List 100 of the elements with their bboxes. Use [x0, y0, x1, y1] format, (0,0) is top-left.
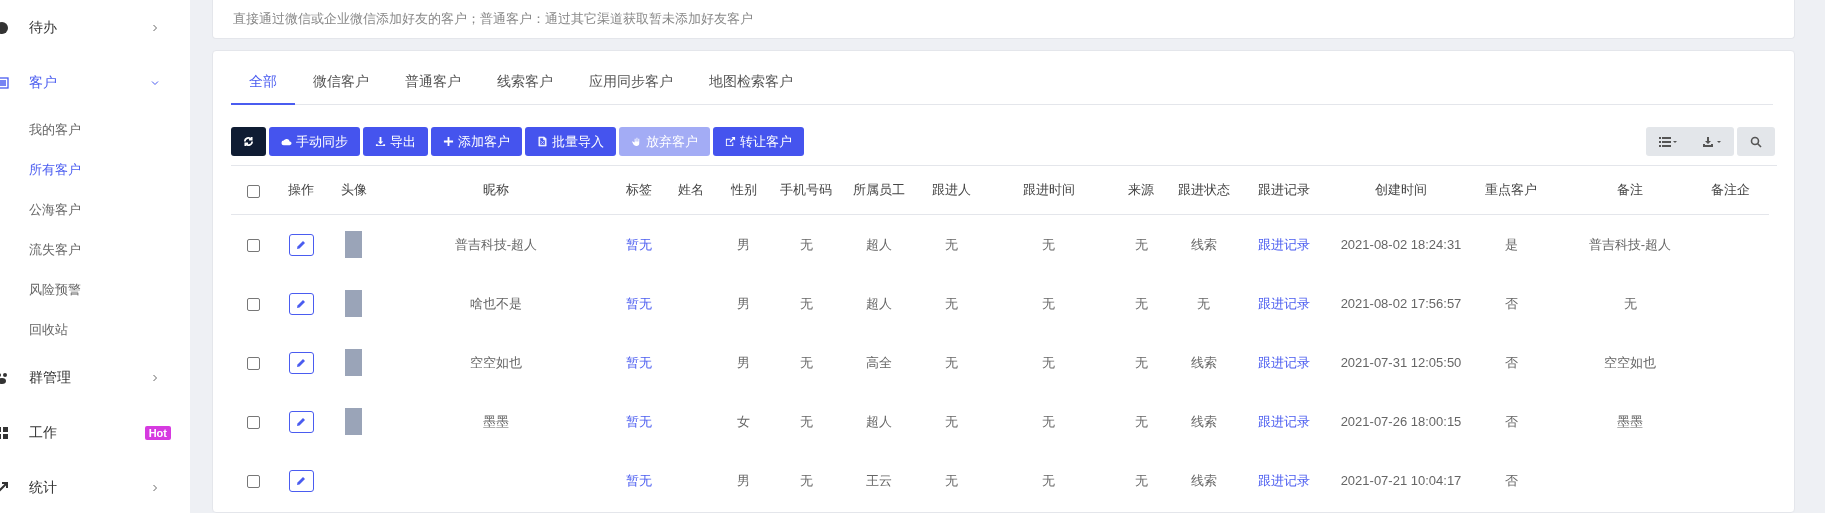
refresh-button[interactable] [231, 127, 266, 156]
checkbox[interactable] [247, 184, 260, 198]
plus-icon [443, 136, 454, 147]
table-cell: 墨墨 [483, 413, 509, 429]
follow-record-link[interactable]: 跟进记录 [1257, 236, 1310, 252]
chevron-right-icon [150, 22, 160, 33]
tab[interactable]: 微信客户 [295, 63, 387, 105]
checkbox[interactable] [247, 416, 260, 430]
table-cell: 无 [799, 295, 813, 311]
tab[interactable]: 地图检索客户 [691, 63, 811, 105]
table-cell: 超人 [865, 295, 892, 311]
table-cell: 否 [1504, 295, 1518, 311]
table-cell: 男 [737, 472, 750, 488]
submenu-item[interactable]: 回收站 [0, 310, 190, 350]
sidebar-item[interactable]: 待办 [0, 0, 190, 55]
table-cell: 无 [944, 472, 958, 488]
search-button[interactable] [1737, 127, 1775, 156]
hand-icon [631, 136, 642, 147]
column-header: 来源 [1128, 182, 1154, 197]
tag-text: 暂无 [625, 472, 652, 488]
toolbar-button[interactable]: 添加客户 [431, 127, 522, 156]
table-cell: 2021-07-26 18:00:15 [1340, 414, 1462, 429]
table-cell: 无 [1134, 295, 1148, 311]
follow-record-link[interactable]: 跟进记录 [1257, 295, 1310, 311]
tab[interactable]: 线索客户 [479, 63, 571, 105]
toolbar-button[interactable]: 手动同步 [269, 127, 360, 156]
column-header: 头像 [340, 182, 367, 197]
table-cell: 高全 [865, 354, 892, 370]
table-cell: 空空如也 [470, 354, 522, 370]
column-header: 备注企 [1711, 182, 1750, 197]
table-cell: 无 [944, 295, 958, 311]
table-cell: 否 [1504, 472, 1518, 488]
refresh-icon [243, 136, 254, 147]
pencil-icon [296, 416, 306, 427]
submenu-item[interactable]: 我的客户 [0, 110, 190, 150]
pencil-icon [296, 475, 306, 486]
table-cell: 墨墨 [1617, 413, 1643, 429]
table-cell: 无 [799, 472, 813, 488]
table-cell: 线索 [1190, 413, 1217, 429]
checkbox[interactable] [247, 298, 260, 312]
table-cell: 否 [1504, 413, 1518, 429]
pencil-icon [296, 239, 306, 250]
toolbar-button[interactable]: 批量导入 [525, 127, 616, 156]
checkbox[interactable] [247, 357, 260, 371]
follow-record-link[interactable]: 跟进记录 [1257, 472, 1310, 488]
table-cell: 无 [799, 354, 813, 370]
table-cell: 普吉科技-超人 [1588, 236, 1672, 252]
table-cell: 空空如也 [1604, 354, 1656, 370]
column-header: 跟进状态 [1177, 182, 1230, 197]
sidebar-item[interactable]: 工作 Hot [0, 405, 190, 460]
submenu-item[interactable]: 公海客户 [0, 190, 190, 230]
tab[interactable]: 全部 [231, 63, 295, 105]
table-cell: 无 [1623, 295, 1637, 311]
table-cell: 超人 [865, 236, 892, 252]
column-header: 跟进时间 [1022, 182, 1075, 197]
pencil-icon [296, 298, 306, 309]
sidebar-item[interactable]: 群管理 [0, 350, 190, 405]
column-header: 重点客户 [1485, 182, 1537, 197]
column-header: 手机号码 [780, 182, 832, 197]
tab[interactable]: 普通客户 [387, 63, 479, 105]
tab[interactable]: 应用同步客户 [571, 63, 691, 105]
sidebar-item[interactable]: 统计 [0, 460, 190, 513]
edit-button[interactable] [288, 410, 314, 433]
toolbar-button[interactable]: 转让客户 [713, 127, 804, 156]
column-header: 昵称 [483, 182, 509, 197]
download-icon [1703, 136, 1721, 147]
follow-record-link[interactable]: 跟进记录 [1257, 354, 1310, 370]
chevron-right-icon [150, 372, 160, 383]
column-header: 操作 [288, 182, 314, 197]
edit-button[interactable] [288, 292, 314, 315]
submenu-item[interactable]: 风险预警 [0, 270, 190, 310]
cloud-icon [281, 136, 292, 147]
column-header: 创建时间 [1375, 182, 1427, 197]
table-cell: 无 [1197, 295, 1210, 311]
edit-button[interactable] [288, 469, 314, 492]
table-cell: 无 [944, 236, 958, 252]
checkbox[interactable] [247, 239, 260, 253]
toolbar-button[interactable]: 导出 [363, 127, 428, 156]
table-cell: 线索 [1190, 472, 1217, 488]
table-cell: 无 [1042, 236, 1055, 252]
table-cell: 2021-08-02 18:24:31 [1340, 237, 1462, 252]
table-cell: 无 [1042, 472, 1055, 488]
table-cell: 王云 [865, 472, 892, 488]
pencil-icon [296, 357, 306, 368]
table-cell: 无 [1134, 413, 1148, 429]
follow-record-link[interactable]: 跟进记录 [1257, 413, 1310, 429]
table-cell: 普吉科技-超人 [454, 236, 538, 252]
column-header: 备注 [1617, 182, 1643, 197]
table-cell: 无 [799, 413, 813, 429]
table-cell: 女 [737, 413, 750, 429]
sidebar-item[interactable]: 客户 [0, 55, 190, 110]
table-cell: 男 [737, 236, 750, 252]
table-cell: 2021-07-31 12:05:50 [1340, 355, 1462, 370]
edit-button[interactable] [288, 351, 314, 374]
edit-button[interactable] [288, 233, 314, 256]
submenu-item[interactable]: 所有客户 [0, 150, 190, 190]
checkbox[interactable] [247, 475, 260, 489]
table-cell: 男 [737, 354, 750, 370]
submenu-item[interactable]: 流失客户 [0, 230, 190, 270]
column-header: 所属员工 [852, 182, 905, 197]
